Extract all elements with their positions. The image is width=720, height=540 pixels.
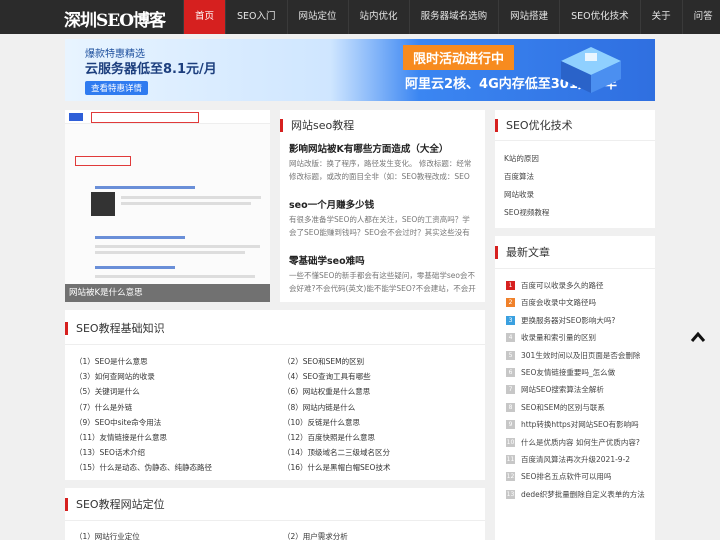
rank-number-badge: 10 bbox=[506, 437, 515, 447]
latest-title: 最新文章 bbox=[495, 246, 550, 259]
tutorial-panel: 网站seo教程 影响网站被K有哪些方面造成（大全） 网站改版：换了程序，路径发生… bbox=[280, 110, 485, 302]
nav-qa[interactable]: 问答 bbox=[681, 0, 720, 34]
rank-number-badge: 11 bbox=[506, 455, 515, 464]
article-desc: 网站改版：换了程序，路径发生变化。 修改标题：经常修改标题，或改的面目全非（如：… bbox=[289, 159, 472, 181]
latest-article-link[interactable]: 301生效时间以及旧页面是否会删除 bbox=[521, 350, 640, 361]
seo-tech-panel: SEO优化技术 K站的原因 百度算法 网站收录 SEO视频教程 bbox=[495, 110, 655, 228]
latest-articles-panel: 最新文章 1 百度可以收录多久的路径 2 百度会收录中文路径吗 3 更换服务器对SEO影响… bbox=[495, 236, 655, 540]
featured-article-image[interactable]: 网站被K是什么意思 bbox=[65, 110, 270, 302]
basics-link[interactable]: （16）什么是黑帽白帽SEO技术 bbox=[283, 462, 390, 473]
highlighted-result-box bbox=[75, 156, 131, 166]
article-title[interactable]: 零基础学seo难吗 bbox=[289, 253, 365, 267]
rank-number-badge: 5 bbox=[506, 350, 515, 360]
basics-link[interactable]: （6）网站权重是什么意思 bbox=[283, 386, 370, 397]
result-thumbnail bbox=[91, 192, 115, 216]
tutorial-title: 网站seo教程 bbox=[280, 119, 354, 132]
positioning-link[interactable]: （1）网站行业定位 bbox=[75, 531, 140, 540]
rank-number-badge: 8 bbox=[506, 402, 515, 412]
basics-link[interactable]: （8）网站内链是什么 bbox=[283, 402, 355, 413]
highlighted-query-box bbox=[91, 112, 199, 123]
article-desc: 有很多准备学SEO的人都在关注，SEO的工资高吗？学会了SEO能赚到钱吗？SEO… bbox=[289, 215, 470, 237]
rank-number-badge: 4 bbox=[506, 333, 515, 343]
nav-server-domain[interactable]: 服务器域名选购 bbox=[408, 0, 499, 34]
rank-number-badge: 6 bbox=[506, 368, 515, 377]
positioning-title: SEO教程网站定位 bbox=[65, 498, 165, 511]
latest-article-link[interactable]: 百度可以收录多久的路径 bbox=[521, 280, 604, 291]
latest-article-link[interactable]: SEO友情链接重要吗_怎么做 bbox=[521, 367, 615, 378]
top-navigation-bar: 深圳SEO博客 首页 SEO入门 网站定位 站内优化 服务器域名选购 网站搭建 … bbox=[0, 0, 720, 34]
basics-link[interactable]: （4）SEO查询工具有哪些 bbox=[283, 371, 371, 382]
article-desc: 一些不懂SEO的新手都会有这些疑问，零基础学seo会不会好难?不会代码(英文)能… bbox=[289, 271, 476, 293]
rank-number-badge: 1 bbox=[506, 281, 515, 290]
latest-article-link[interactable]: 百度会收录中文路径吗 bbox=[521, 297, 596, 308]
nav-home[interactable]: 首页 bbox=[183, 0, 226, 34]
basics-link[interactable]: （2）SEO和SEM的区别 bbox=[283, 356, 364, 367]
main-nav: 首页 SEO入门 网站定位 站内优化 服务器域名选购 网站搭建 SEO优化技术 … bbox=[183, 0, 720, 34]
nav-site-positioning[interactable]: 网站定位 bbox=[286, 0, 348, 34]
featured-caption: 网站被K是什么意思 bbox=[65, 284, 270, 302]
rank-number-badge: 7 bbox=[506, 385, 515, 395]
nav-onsite-optimization[interactable]: 站内优化 bbox=[347, 0, 409, 34]
seo-tech-link[interactable]: 网站收录 bbox=[504, 189, 534, 200]
basics-link[interactable]: （9）SEO中site命令用法 bbox=[75, 417, 161, 428]
latest-article-link[interactable]: http转换https对网站SEO有影响吗 bbox=[521, 419, 639, 430]
scroll-to-top-icon[interactable] bbox=[690, 330, 706, 344]
basics-link[interactable]: （13）SEO话术介绍 bbox=[75, 447, 145, 458]
latest-article-link[interactable]: SEO排名五点软件可以用吗 bbox=[521, 471, 611, 482]
nav-site-building[interactable]: 网站搭建 bbox=[498, 0, 559, 34]
basics-link[interactable]: （7）什么是外链 bbox=[75, 402, 132, 413]
latest-article-link[interactable]: 网站SEO搜索算法全解析 bbox=[521, 384, 604, 395]
nav-about[interactable]: 关于 bbox=[639, 0, 682, 34]
rank-number-badge: 13 bbox=[506, 489, 515, 499]
basics-link[interactable]: （15）什么是动态、伪静态、纯静态路径 bbox=[75, 462, 212, 473]
latest-article-link[interactable]: 收录量和索引量的区别 bbox=[521, 332, 596, 343]
positioning-link[interactable]: （2）用户需求分析 bbox=[283, 531, 348, 540]
banner-detail-button[interactable]: 查看特惠详情 bbox=[85, 81, 149, 95]
baidu-logo-icon bbox=[69, 113, 83, 121]
basics-link[interactable]: （1）SEO是什么意思 bbox=[75, 356, 148, 367]
site-logo[interactable]: 深圳SEO博客 bbox=[64, 6, 166, 31]
banner-badge: 限时活动进行中 bbox=[403, 45, 515, 70]
article-title[interactable]: seo一个月赚多少钱 bbox=[289, 197, 374, 211]
site-positioning-panel: SEO教程网站定位 （1）网站行业定位 （2）用户需求分析 bbox=[65, 488, 485, 540]
seo-tech-title: SEO优化技术 bbox=[495, 119, 573, 132]
rank-number-badge: 9 bbox=[506, 420, 515, 430]
nav-seo-tech[interactable]: SEO优化技术 bbox=[559, 0, 640, 34]
banner-headline: 云服务器低至8.1元/月 bbox=[85, 62, 217, 77]
latest-article-link[interactable]: 更换服务器对SEO影响大吗? bbox=[521, 315, 615, 326]
basics-link[interactable]: （10）反链是什么意思 bbox=[283, 417, 360, 428]
latest-article-link[interactable]: 百度清风算法再次升级2021-9-2 bbox=[521, 454, 630, 465]
promo-banner[interactable]: 爆款特惠精选 云服务器低至8.1元/月 查看特惠详情 限时活动进行中 阿里云2核… bbox=[65, 39, 655, 101]
article-title[interactable]: 影响网站被K有哪些方面造成（大全） bbox=[289, 141, 448, 155]
seo-tech-link[interactable]: SEO视频教程 bbox=[504, 207, 549, 218]
rank-number-badge: 12 bbox=[506, 472, 515, 482]
latest-article-link[interactable]: SEO和SEM的区别与联系 bbox=[521, 402, 605, 413]
basics-link[interactable]: （5）关键词是什么 bbox=[75, 386, 140, 397]
seo-tech-link[interactable]: 百度算法 bbox=[504, 171, 534, 182]
latest-article-link[interactable]: dede织梦批量删除自定义表单的方法 bbox=[521, 489, 645, 500]
basics-link[interactable]: （3）如何查网站的收录 bbox=[75, 371, 155, 382]
seo-tech-link[interactable]: K站的原因 bbox=[504, 153, 539, 164]
nav-seo-intro[interactable]: SEO入门 bbox=[225, 0, 287, 34]
rank-number-badge: 3 bbox=[506, 315, 515, 325]
latest-article-link[interactable]: 什么是优质内容 如何生产优质内容? bbox=[521, 437, 640, 448]
basics-link[interactable]: （12）百度快照是什么意思 bbox=[283, 432, 375, 443]
basics-link[interactable]: （14）顶级域名二三级域名区分 bbox=[283, 447, 390, 458]
seo-basics-panel: SEO教程基础知识 （1）SEO是什么意思 （2）SEO和SEM的区别 （3）如何查… bbox=[65, 310, 485, 480]
basics-title: SEO教程基础知识 bbox=[65, 322, 165, 335]
basics-link[interactable]: （11）友情链接是什么意思 bbox=[75, 432, 167, 443]
server-cube-illustration bbox=[561, 47, 621, 93]
rank-number-badge: 2 bbox=[506, 298, 515, 308]
